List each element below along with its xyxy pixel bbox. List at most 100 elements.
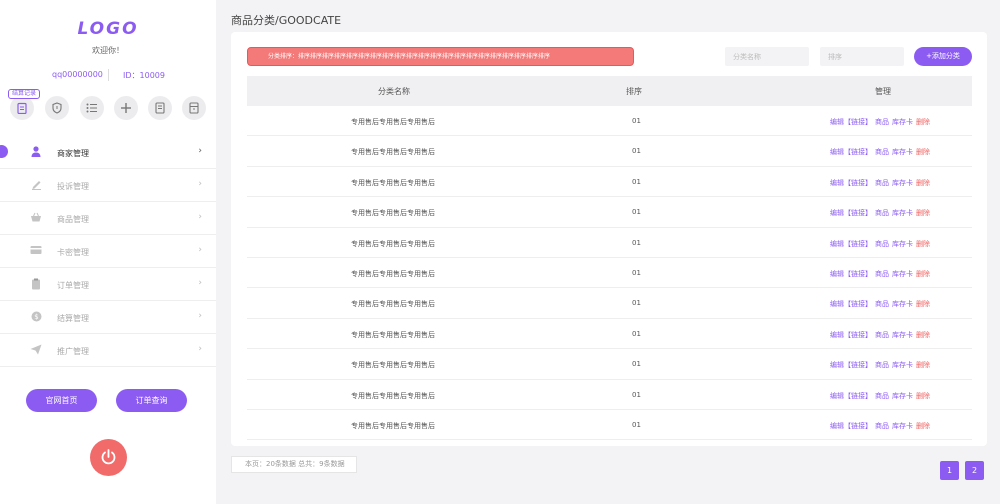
page-title: 商品分类/GOODCATE — [231, 14, 342, 27]
sort-cell: 01 — [632, 268, 641, 277]
sort-input[interactable] — [820, 47, 904, 66]
delete-link[interactable]: 删除 — [916, 361, 930, 369]
add-category-button[interactable]: +添加分类 — [914, 47, 972, 66]
table-row: 专用售后专用售后专用售后 01 编辑【链接】 商品 库存卡 删除 — [247, 319, 972, 350]
chevron-right-icon: › — [198, 245, 202, 255]
goods-link[interactable]: 商品 — [875, 179, 889, 187]
basket-icon — [30, 212, 42, 224]
active-indicator — [0, 145, 8, 158]
category-name-cell: 专用售后专用售后专用售后 — [351, 361, 435, 370]
goods-link[interactable]: 商品 — [875, 209, 889, 217]
category-name-cell: 专用售后专用售后专用售后 — [351, 118, 435, 126]
delete-link[interactable]: 删除 — [916, 392, 930, 400]
delete-link[interactable]: 删除 — [916, 118, 930, 126]
plus-icon[interactable] — [114, 96, 138, 120]
manage-cell: 编辑【链接】 商品 库存卡 删除 — [830, 391, 933, 401]
power-icon — [101, 449, 116, 465]
goods-link[interactable]: 商品 — [875, 118, 889, 126]
delete-link[interactable]: 删除 — [916, 148, 930, 156]
stock-card-link[interactable]: 库存卡 — [892, 392, 913, 400]
list-icon[interactable] — [80, 96, 104, 120]
welcome-text: 欢迎你！ — [92, 46, 124, 55]
delete-link[interactable]: 删除 — [916, 270, 930, 278]
delete-link[interactable]: 删除 — [916, 179, 930, 187]
manage-cell: 编辑【链接】 商品 库存卡 删除 — [830, 269, 933, 279]
archive-icon[interactable] — [182, 96, 206, 120]
logout-button[interactable] — [90, 439, 127, 476]
content-card: 分类排序：排序排序排序排序排序排序排序排序排序排序排序排序排序排序排序排序排序排… — [231, 32, 987, 446]
stock-card-link[interactable]: 库存卡 — [892, 118, 913, 126]
quick-actions: 结算记录 — [8, 89, 210, 122]
manage-cell: 编辑【链接】 商品 库存卡 删除 — [830, 117, 933, 127]
manage-cell: 编辑【链接】 商品 库存卡 删除 — [830, 178, 933, 188]
edit-link[interactable]: 编辑【链接】 — [830, 392, 872, 400]
goods-link[interactable]: 商品 — [875, 392, 889, 400]
user-account: qq00000000 — [52, 70, 103, 79]
sidebar-item-merchant[interactable]: 商家管理 › — [0, 136, 216, 169]
sort-cell: 01 — [632, 238, 641, 247]
stock-card-link[interactable]: 库存卡 — [892, 270, 913, 278]
sidebar-item-goods[interactable]: 商品管理 › — [0, 202, 216, 235]
goods-link[interactable]: 商品 — [875, 422, 889, 430]
sidebar-item-card[interactable]: 卡密管理 › — [0, 235, 216, 268]
sidebar-item-label: 卡密管理 — [57, 248, 89, 257]
goods-link[interactable]: 商品 — [875, 240, 889, 248]
document-icon[interactable] — [148, 96, 172, 120]
sidebar-item-settlement[interactable]: $ 结算管理 › — [0, 301, 216, 334]
stock-card-link[interactable]: 库存卡 — [892, 148, 913, 156]
sort-cell: 01 — [632, 360, 641, 369]
stock-card-link[interactable]: 库存卡 — [892, 240, 913, 248]
edit-link[interactable]: 编辑【链接】 — [830, 331, 872, 339]
category-name-cell: 专用售后专用售后专用售后 — [351, 209, 435, 218]
chevron-right-icon: › — [198, 146, 202, 156]
stock-card-link[interactable]: 库存卡 — [892, 179, 913, 187]
sidebar-item-complaint[interactable]: 投诉管理 › — [0, 169, 216, 202]
page-button-2[interactable]: 2 — [965, 461, 984, 480]
sort-cell: 01 — [632, 117, 641, 125]
stock-card-link[interactable]: 库存卡 — [892, 209, 913, 217]
goods-link[interactable]: 商品 — [875, 300, 889, 308]
category-name-cell: 专用售后专用售后专用售后 — [351, 239, 435, 248]
table-row: 专用售后专用售后专用售后 01 编辑【链接】 商品 库存卡 删除 — [247, 197, 972, 228]
goods-link[interactable]: 商品 — [875, 270, 889, 278]
edit-link[interactable]: 编辑【链接】 — [830, 240, 872, 248]
goods-link[interactable]: 商品 — [875, 331, 889, 339]
stock-card-link[interactable]: 库存卡 — [892, 300, 913, 308]
edit-link[interactable]: 编辑【链接】 — [830, 361, 872, 369]
goods-link[interactable]: 商品 — [875, 148, 889, 156]
sidebar-item-promotion[interactable]: 推广管理 › — [0, 334, 216, 367]
delete-link[interactable]: 删除 — [916, 240, 930, 248]
user-info: qq00000000 ID：10009 — [0, 69, 216, 82]
delete-link[interactable]: 删除 — [916, 209, 930, 217]
order-query-button[interactable]: 订单查询 — [116, 389, 187, 412]
delete-link[interactable]: 删除 — [916, 422, 930, 430]
stock-card-link[interactable]: 库存卡 — [892, 331, 913, 339]
sidebar-item-label: 投诉管理 — [57, 182, 89, 191]
official-home-button[interactable]: 官网首页 — [26, 389, 97, 412]
page-button-1[interactable]: 1 — [940, 461, 959, 480]
table-row: 专用售后专用售后专用售后 01 编辑【链接】 商品 库存卡 删除 — [247, 380, 972, 410]
shield-icon[interactable] — [45, 96, 69, 120]
edit-link[interactable]: 编辑【链接】 — [830, 209, 872, 217]
edit-link[interactable]: 编辑【链接】 — [830, 300, 872, 308]
edit-link[interactable]: 编辑【链接】 — [830, 148, 872, 156]
clipboard-icon[interactable]: 结算记录 — [8, 89, 41, 120]
page-summary: 本页：20条数据 总共：9条数据 — [231, 456, 357, 473]
user-id: ID：10009 — [123, 71, 165, 80]
stock-card-link[interactable]: 库存卡 — [892, 422, 913, 430]
pencil-icon — [30, 179, 42, 191]
goods-link[interactable]: 商品 — [875, 361, 889, 369]
stock-card-link[interactable]: 库存卡 — [892, 361, 913, 369]
sidebar-item-order[interactable]: 订单管理 › — [0, 268, 216, 301]
edit-link[interactable]: 编辑【链接】 — [830, 270, 872, 278]
coin-icon: $ — [30, 311, 42, 323]
chevron-right-icon: › — [198, 212, 202, 222]
divider — [108, 69, 109, 81]
edit-link[interactable]: 编辑【链接】 — [830, 179, 872, 187]
edit-link[interactable]: 编辑【链接】 — [830, 118, 872, 126]
category-name-input[interactable] — [725, 47, 809, 66]
delete-link[interactable]: 删除 — [916, 300, 930, 308]
delete-link[interactable]: 删除 — [916, 331, 930, 339]
edit-link[interactable]: 编辑【链接】 — [830, 422, 872, 430]
sort-notice-banner: 分类排序：排序排序排序排序排序排序排序排序排序排序排序排序排序排序排序排序排序排… — [247, 47, 634, 66]
